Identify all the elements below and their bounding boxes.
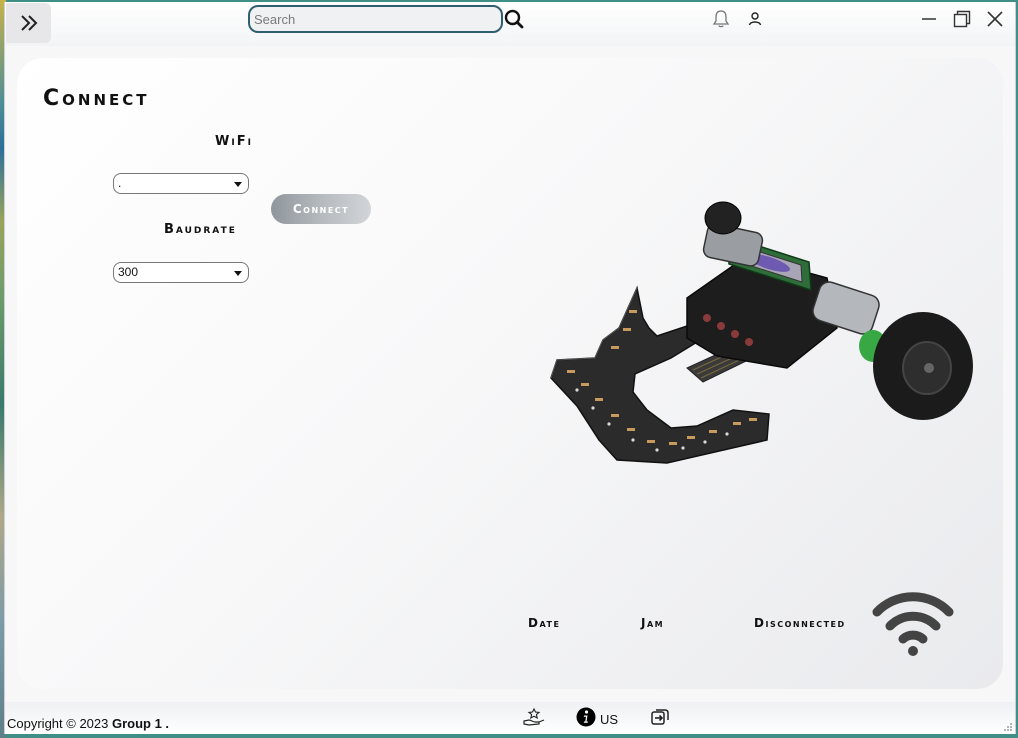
copyright: Copyright © 2023 Group 1 . <box>7 716 169 731</box>
baudrate-select-value: 300 <box>118 265 139 279</box>
page-title: Connect <box>43 86 150 111</box>
connect-panel: Connect WiFi . Connect Baudrate 300 Date… <box>17 58 1003 689</box>
user-icon[interactable] <box>746 10 764 28</box>
chevron-down-icon <box>234 182 242 187</box>
exit-icon[interactable] <box>650 707 670 727</box>
close-icon[interactable] <box>985 9 1005 29</box>
search-icon[interactable] <box>503 8 525 30</box>
title-bar <box>5 2 1015 46</box>
maximize-icon[interactable] <box>952 9 972 29</box>
copyright-group: Group 1 . <box>111 716 170 731</box>
resize-grip-icon[interactable] <box>1003 722 1013 732</box>
wifi-icon <box>872 592 954 656</box>
donate-icon[interactable] <box>523 707 545 727</box>
bell-icon[interactable] <box>711 9 731 29</box>
baudrate-select[interactable]: 300 <box>113 262 249 283</box>
wifi-select[interactable]: . <box>113 173 249 194</box>
about-us-label[interactable]: US <box>600 712 618 727</box>
connection-status: Disconnected <box>754 616 846 630</box>
copyright-text: Copyright © 2023 <box>7 716 112 731</box>
time-label: Jam <box>641 616 665 630</box>
connect-button[interactable]: Connect <box>271 194 371 224</box>
date-label: Date <box>528 616 561 630</box>
robot-image <box>550 201 973 464</box>
app-window: Connect WiFi . Connect Baudrate 300 <box>4 2 1016 734</box>
menu-expand-icon <box>20 15 37 31</box>
wifi-select-value: . <box>118 176 122 190</box>
minimize-icon[interactable] <box>919 9 939 29</box>
footer: Copyright © 2023 Group 1 . US <box>5 702 1015 734</box>
baudrate-label: Baudrate <box>164 222 237 237</box>
menu-expand-button[interactable] <box>6 3 51 43</box>
info-icon[interactable] <box>576 707 596 727</box>
search-input[interactable] <box>248 5 503 33</box>
wifi-label: WiFi <box>215 134 253 149</box>
chevron-down-icon <box>234 271 242 276</box>
